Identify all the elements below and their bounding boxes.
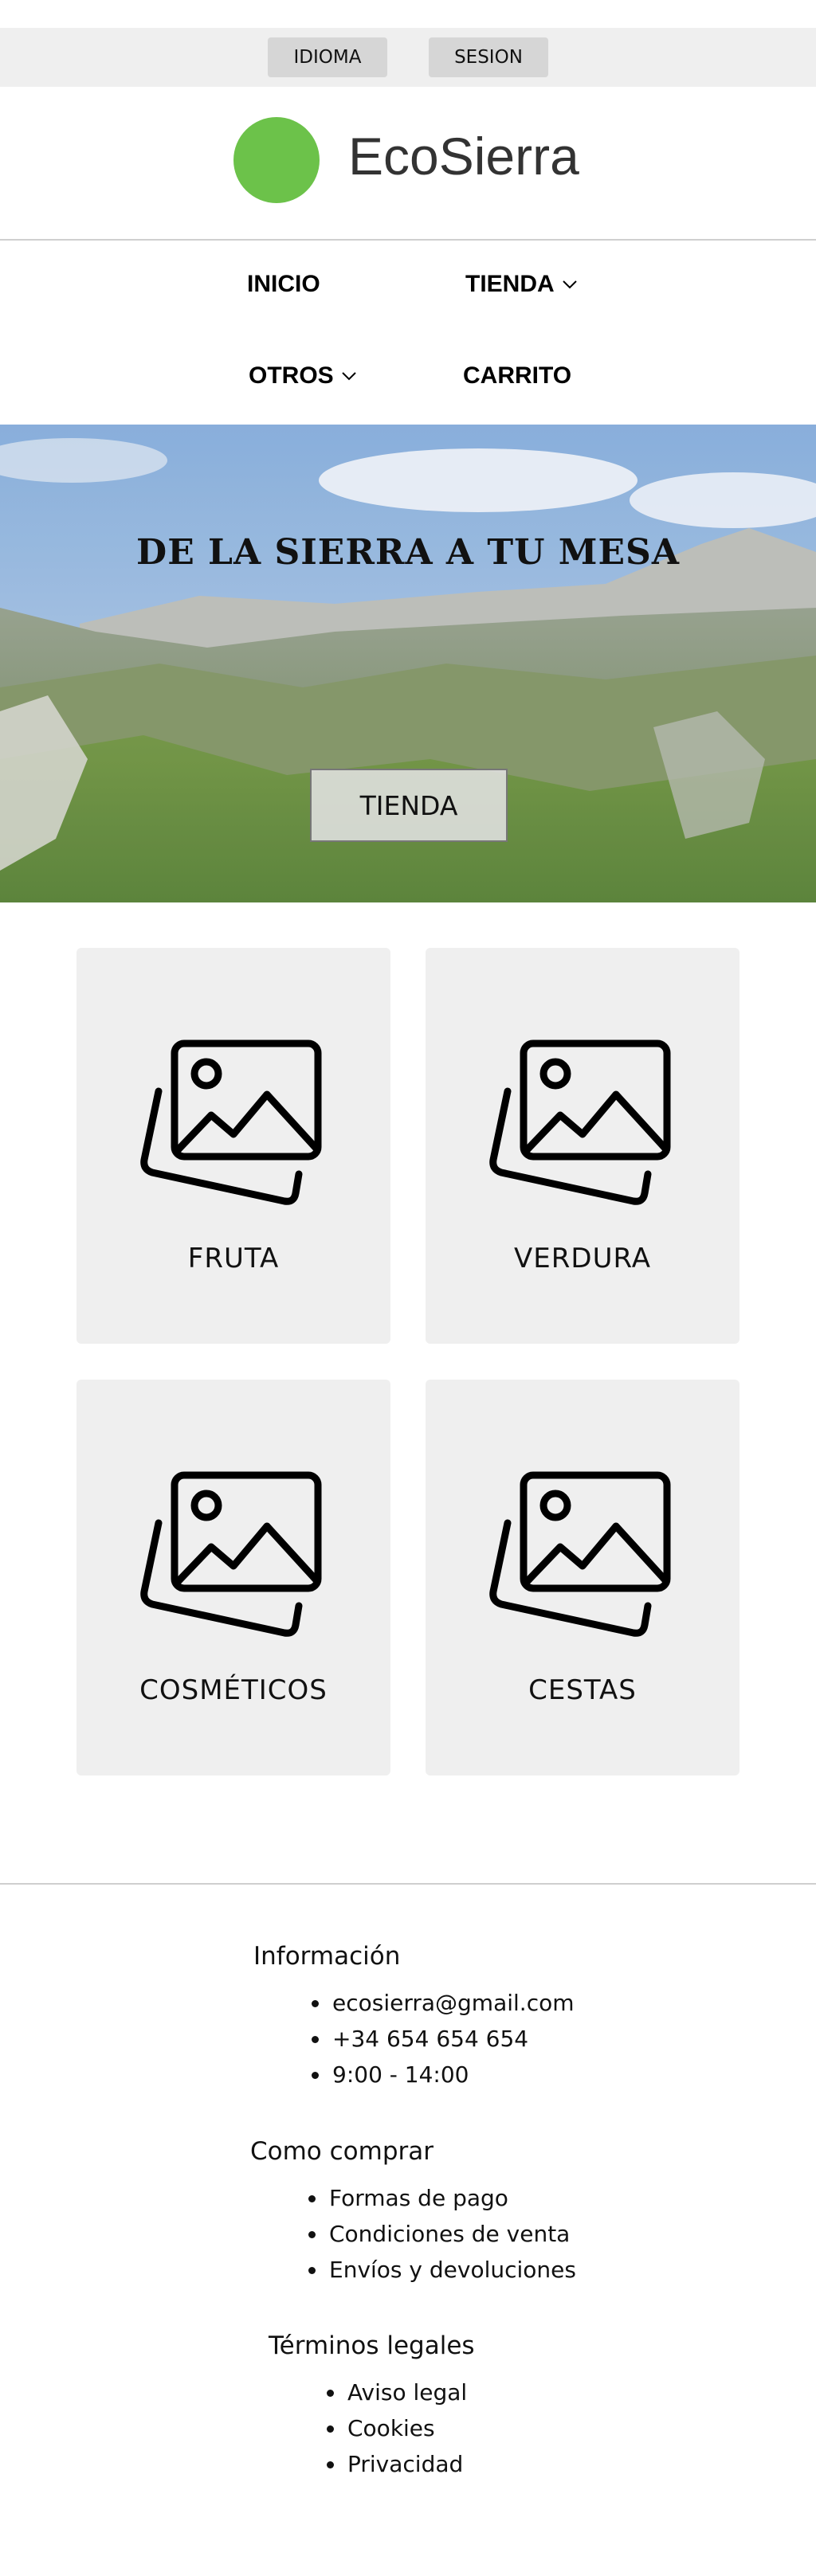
brand-name[interactable]: EcoSierra — [348, 126, 579, 186]
link-formas-de-pago[interactable]: Formas de pago — [308, 2180, 576, 2216]
chevron-down-icon — [341, 372, 356, 381]
link-envios-devoluciones[interactable]: Envíos y devoluciones — [308, 2252, 576, 2288]
opening-hours: 9:00 - 14:00 — [312, 2057, 575, 2093]
hero-title: DE LA SIERRA A TU MESA — [136, 532, 680, 573]
nav-tienda[interactable]: TIENDA — [465, 271, 579, 298]
logo-icon[interactable] — [233, 117, 320, 203]
nav-inicio[interactable]: INICIO — [247, 271, 320, 298]
header-divider — [0, 239, 816, 241]
footer-legal-section: Términos legales Aviso legal Cookies Pri… — [269, 2331, 475, 2482]
nav-carrito-label: CARRITO — [463, 362, 572, 389]
nav-otros[interactable]: OTROS — [249, 362, 358, 390]
language-button[interactable]: IDIOMA — [268, 37, 387, 77]
footer-info-title: Información — [253, 1942, 401, 1971]
nav-tienda-label: TIENDA — [465, 271, 555, 297]
link-cookies[interactable]: Cookies — [327, 2410, 475, 2446]
top-bar: IDIOMA SESION — [0, 28, 816, 87]
image-gallery-icon — [140, 1039, 322, 1205]
contact-email[interactable]: ecosierra@gmail.com — [312, 1985, 575, 2021]
category-label: COSMÉTICOS — [139, 1674, 328, 1706]
chevron-down-icon — [562, 280, 577, 289]
link-condiciones-de-venta[interactable]: Condiciones de venta — [308, 2216, 576, 2252]
nav-otros-label: OTROS — [249, 362, 334, 389]
contact-phone[interactable]: +34 654 654 654 — [312, 2021, 575, 2057]
image-gallery-icon — [489, 1471, 671, 1637]
hero-shop-button[interactable]: TIENDA — [310, 769, 508, 842]
footer-legal-list: Aviso legal Cookies Privacidad — [269, 2374, 475, 2482]
link-privacidad[interactable]: Privacidad — [327, 2446, 475, 2482]
footer-comprar-title: Como comprar — [250, 2137, 434, 2166]
hero-banner: DE LA SIERRA A TU MESA TIENDA — [0, 425, 816, 902]
footer-comprar-list: Formas de pago Condiciones de venta Enví… — [250, 2180, 576, 2288]
link-aviso-legal[interactable]: Aviso legal — [327, 2374, 475, 2410]
image-gallery-icon — [489, 1039, 671, 1205]
footer-info-list: ecosierra@gmail.com +34 654 654 654 9:00… — [253, 1985, 575, 2093]
footer-legal-title: Términos legales — [269, 2331, 475, 2360]
image-gallery-icon — [140, 1471, 322, 1637]
category-label: CESTAS — [528, 1674, 637, 1706]
footer-comprar-section: Como comprar Formas de pago Condiciones … — [250, 2137, 576, 2288]
category-label: FRUTA — [187, 1243, 280, 1274]
footer-divider — [0, 1883, 816, 1885]
category-card-fruta[interactable]: FRUTA — [76, 948, 390, 1344]
session-button[interactable]: SESION — [429, 37, 548, 77]
category-label: VERDURA — [514, 1243, 651, 1274]
nav-carrito[interactable]: CARRITO — [463, 362, 571, 390]
category-card-cestas[interactable]: CESTAS — [426, 1380, 740, 1775]
nav-inicio-label: INICIO — [247, 271, 320, 297]
category-card-verdura[interactable]: VERDURA — [426, 948, 740, 1344]
footer-info-section: Información ecosierra@gmail.com +34 654 … — [253, 1942, 575, 2093]
category-card-cosmeticos[interactable]: COSMÉTICOS — [76, 1380, 390, 1775]
